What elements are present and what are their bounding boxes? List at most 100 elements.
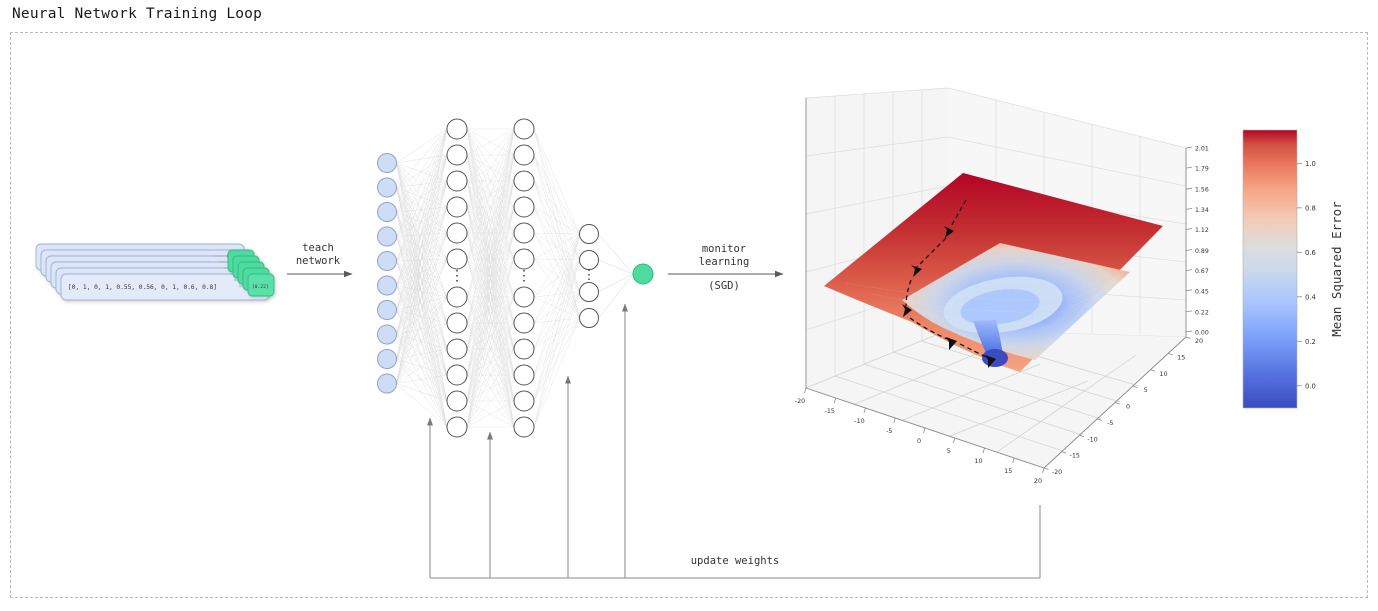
network-edge [533,317,580,428]
edges-input-to-hidden1 [396,128,448,428]
network-node [377,153,397,173]
network-node [377,275,397,296]
edges-hidden2-to-hidden3 [533,128,580,428]
teach-network-label-line2: network [296,255,341,267]
network-node [513,286,535,308]
network-node [513,222,535,244]
update-weights-label: update weights [691,555,780,567]
axis-tick-label: 20 [1195,337,1203,345]
network-edge [598,233,634,275]
network-node [377,177,397,198]
axis-tick-label: -20 [795,397,805,405]
axis-tick-mark [1012,457,1015,464]
network-node [513,196,535,218]
axis-tick-label: 0.6 [1305,249,1316,257]
axis-tick-mark [952,437,956,444]
monitor-learning-label-line2: learning [699,256,750,268]
monitor-learning-label-sgd: (SGD) [708,280,740,292]
network-edge [598,259,634,275]
edges-hidden1-to-hidden2 [466,128,515,428]
axis-tick-mark [1185,166,1193,169]
axis-tick-label: 10 [974,457,982,465]
network-edge [533,128,580,235]
axis-tick-mark [1185,187,1193,190]
network-edge [533,180,580,235]
axis-tick-label: -5 [1107,419,1113,427]
axis-tick-label: -20 [1052,468,1062,476]
axis-tick-label: 0.00 [1195,330,1209,337]
network-node [446,170,468,192]
training-loop-diagram: [0, 1, 0, 1, 0.55, 0.56, 0, 1, 0.6, 0.8]… [35,87,1344,579]
network-node [446,144,468,166]
axis-tick-mark [804,387,807,394]
axis-tick-mark [1185,330,1193,333]
axis-tick-label: 0.0 [1305,382,1316,390]
axis-tick-label: -10 [1087,435,1097,443]
axis-tick-label: 0.22 [1195,309,1209,316]
z-axis-ticks: 2.01 1.79 1.56 1.34 1.12 0.89 0.67 0.45 0.22 0.00 [1185,146,1209,337]
axis-tick-mark [1185,289,1193,292]
axis-tick-mark [1042,467,1045,474]
edges-hidden3-to-output [598,233,634,319]
network-edge [533,291,580,402]
network-node [446,312,468,334]
axis-tick-label: 1.56 [1195,187,1209,194]
network-node [513,390,535,412]
axis-tick-label: 5 [947,447,951,455]
axis-tick-label: 0 [1126,403,1130,411]
network-node [377,251,397,271]
network-edge [533,154,580,235]
colorbar-label: Mean Squared Error [1329,201,1344,337]
network-edge [533,291,580,298]
output-node [632,263,654,285]
network-edge [598,273,634,293]
axis-tick-mark [1185,249,1193,251]
axis-tick-label: 0.45 [1195,288,1209,295]
axis-tick-label: 0.67 [1195,268,1209,275]
input-layer-nodes [377,153,397,394]
network-node [579,250,599,270]
network-node [446,338,468,360]
network-edge [396,383,448,428]
teach-network-arrow: teach network [287,242,353,278]
network-node [446,222,468,244]
axis-tick-mark [893,417,896,424]
network-node [377,373,397,394]
axis-tick-label: 5 [1144,386,1148,394]
network-node [513,338,535,360]
axis-tick-mark [1185,269,1193,272]
network-node [513,312,535,334]
network-node [446,118,468,140]
network-node [446,364,468,386]
axis-tick-label: 0.8 [1305,204,1316,212]
network-edge [533,206,580,293]
network-edge [396,211,448,298]
network-edge [598,273,634,319]
axis-tick-label: 15 [1004,467,1012,475]
axis-tick-label: 0 [917,437,921,445]
axis-tick-mark [1043,467,1049,470]
axis-tick-label: 15 [1177,353,1185,361]
network-node [446,196,468,218]
colorbar: 1.0 0.8 0.6 0.4 0.2 0.0 Mean Squared Error [1242,129,1344,409]
network-node [513,170,535,192]
axis-tick-mark [1185,207,1193,210]
axis-tick-label: -15 [825,407,835,415]
axis-tick-label: 0.2 [1305,338,1316,346]
network-node [579,308,599,328]
axis-tick-mark [1114,402,1120,405]
network-edge [533,291,580,350]
target-value-label: [0.22] [252,284,269,290]
axis-tick-mark [1185,310,1193,313]
network-edge [396,334,448,428]
colorbar-ticks: 1.0 0.8 0.6 0.4 0.2 0.0 [1297,160,1316,390]
network-node [513,118,535,140]
monitor-learning-arrow: monitor learning (SGD) [668,243,784,292]
monitor-learning-label-line1: monitor [702,243,746,255]
network-edge [533,128,580,293]
axis-tick-mark [1079,434,1085,438]
network-edge [396,128,448,384]
axis-tick-label: -15 [1070,452,1080,460]
network-node [513,364,535,386]
data-vector-label: [0, 1, 0, 1, 0.55, 0.56, 0, 1, 0.6, 0.8] [68,284,217,291]
